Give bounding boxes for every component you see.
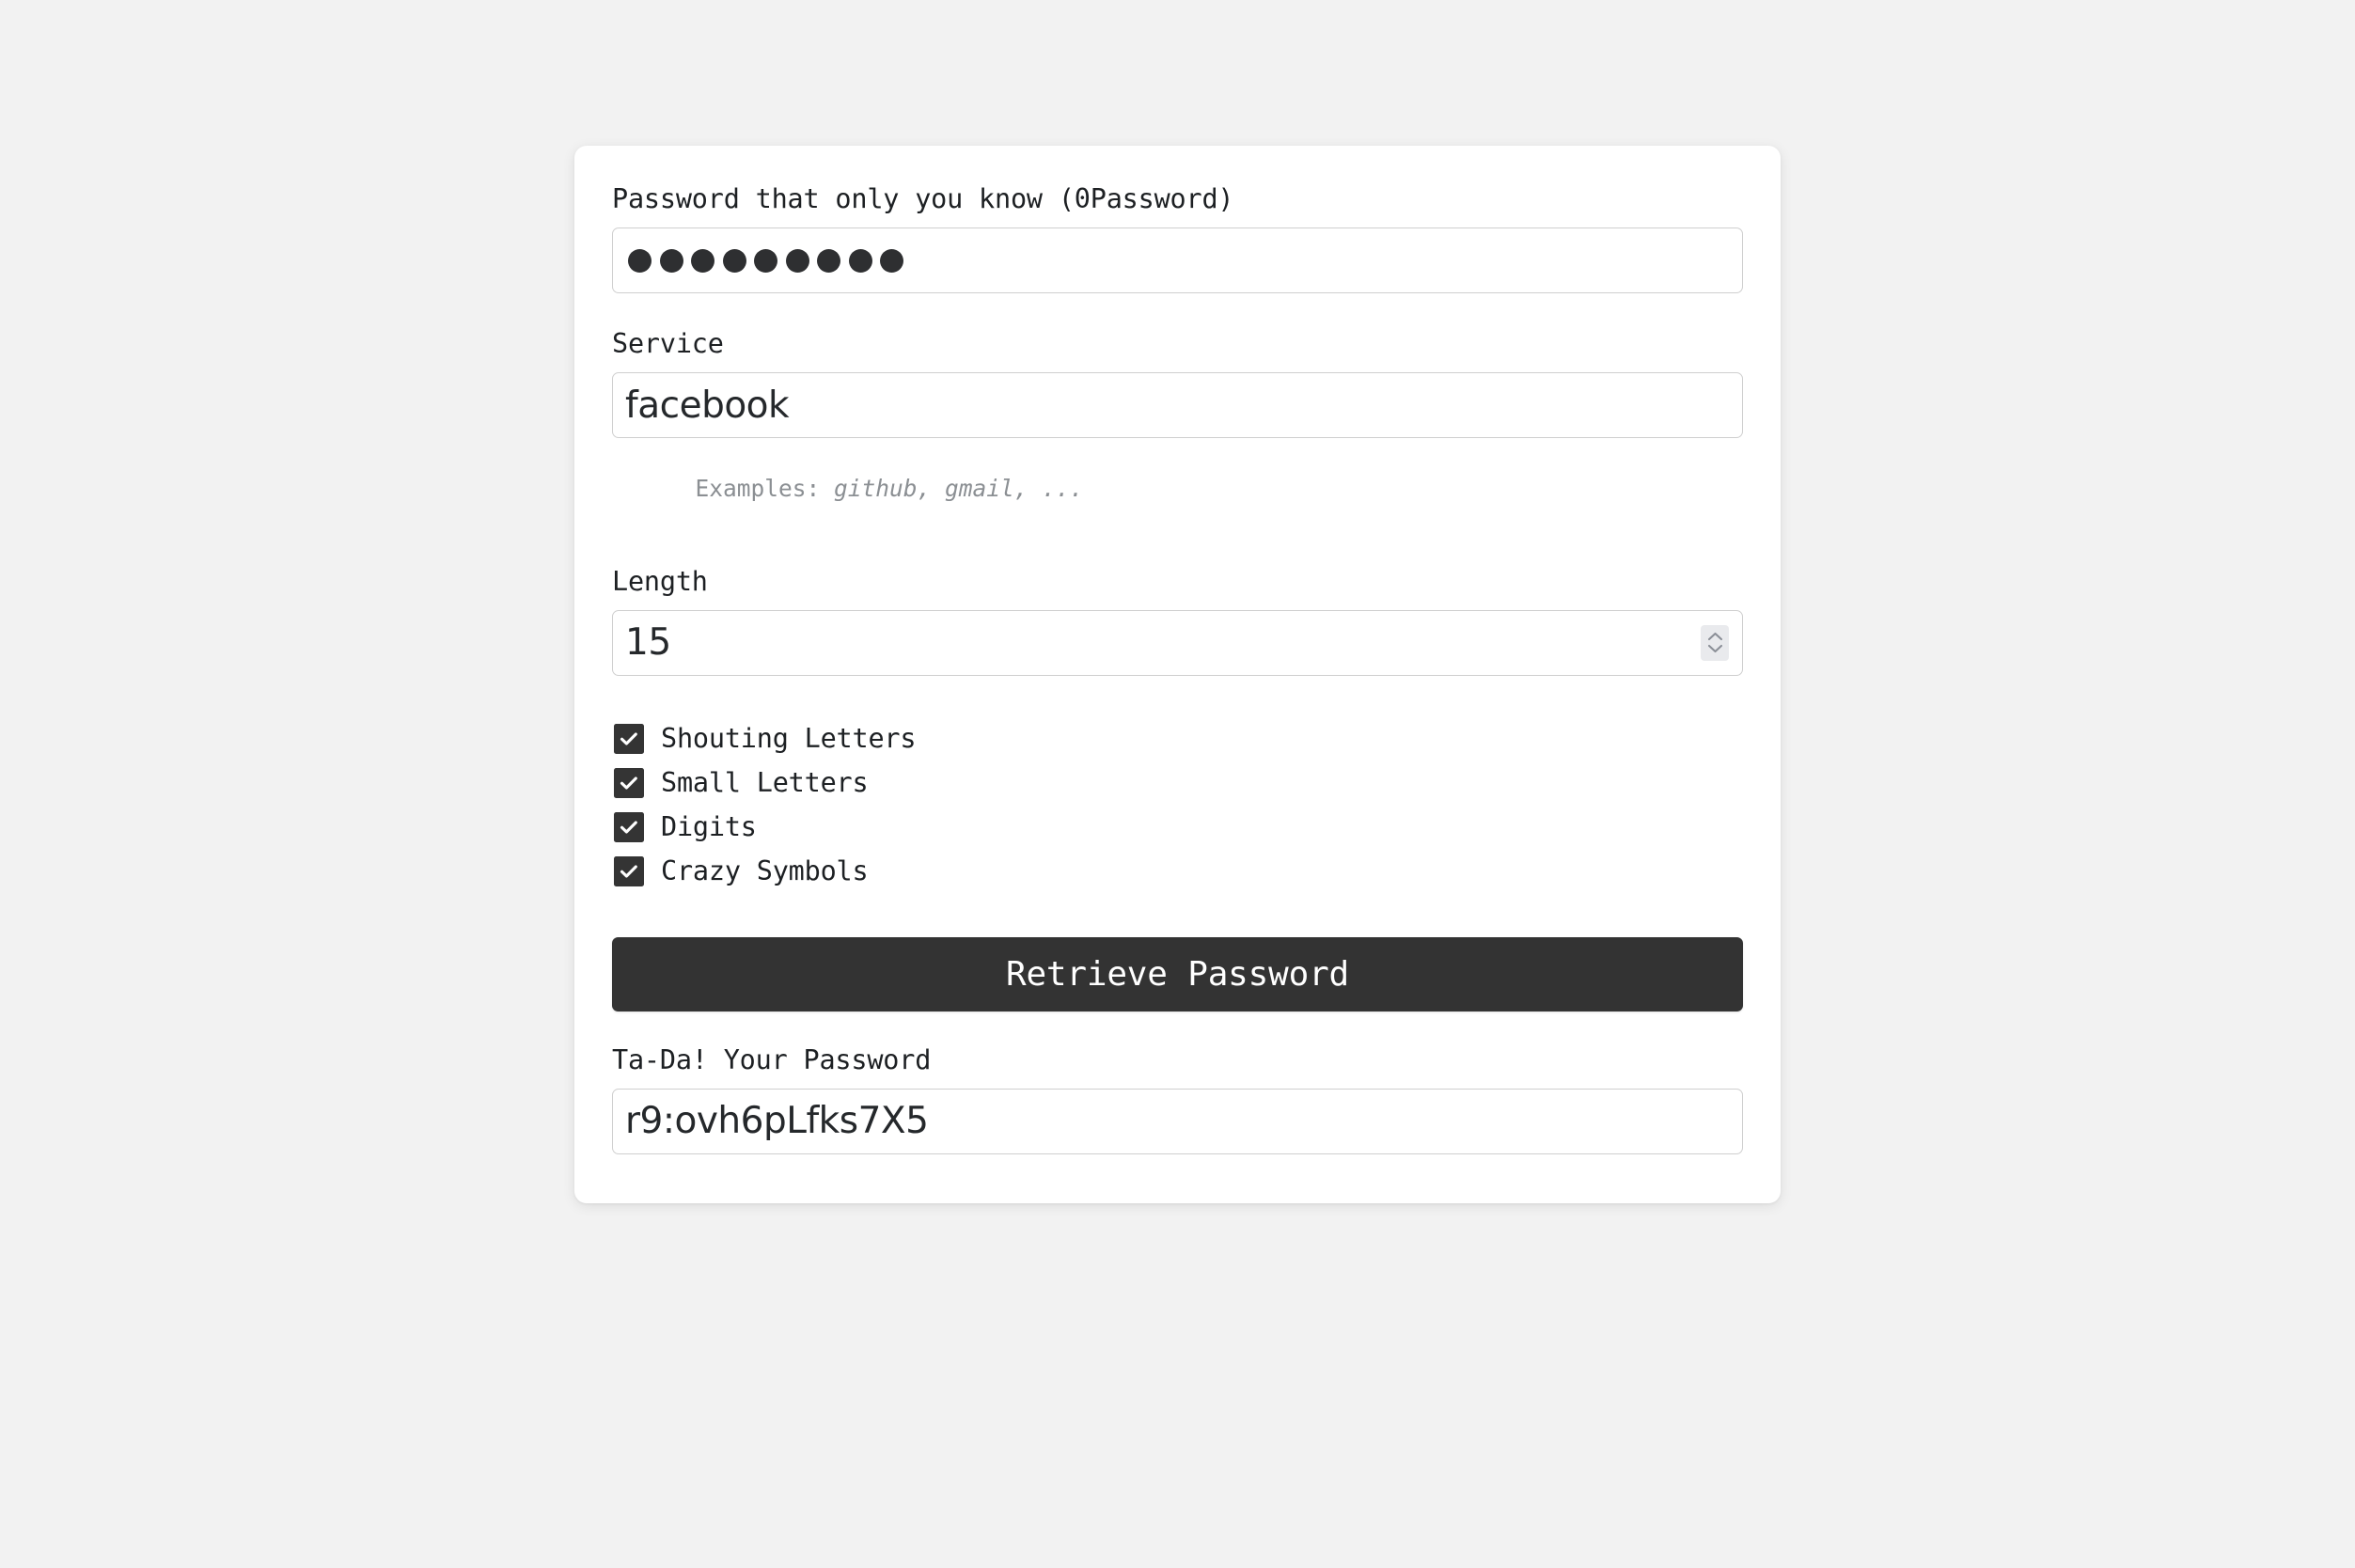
chevron-up-icon[interactable] bbox=[1707, 632, 1723, 641]
length-input[interactable]: 15 bbox=[612, 609, 1743, 676]
service-hint-prefix: Examples: bbox=[695, 474, 835, 502]
master-password-label: Password that only you know (0Password) bbox=[612, 183, 1234, 214]
option-small-letters[interactable]: Small Letters bbox=[614, 761, 1743, 806]
chevron-down-icon[interactable] bbox=[1707, 644, 1723, 653]
option-label: Small Letters bbox=[661, 766, 869, 798]
length-field: Length 15 bbox=[612, 566, 1743, 676]
option-label: Digits bbox=[661, 810, 757, 842]
masked-password-dots bbox=[625, 248, 903, 273]
service-label: Service bbox=[612, 328, 724, 360]
service-input[interactable]: facebook bbox=[612, 372, 1743, 439]
result-label: Ta-Da! Your Password bbox=[612, 1043, 932, 1075]
service-hint: Examples: github, gmail, ... bbox=[612, 447, 1743, 529]
checkbox-checked-icon[interactable] bbox=[614, 768, 644, 799]
option-label: Crazy Symbols bbox=[661, 855, 869, 886]
generated-password-value: r9:ovh6pLfks7X5 bbox=[625, 1100, 929, 1143]
service-field: Service facebook Examples: github, gmail… bbox=[612, 328, 1743, 529]
option-label: Shouting Letters bbox=[661, 722, 917, 754]
service-input-value: facebook bbox=[625, 384, 790, 427]
option-digits[interactable]: Digits bbox=[614, 806, 1743, 850]
checkbox-checked-icon[interactable] bbox=[614, 856, 644, 887]
length-label: Length bbox=[612, 565, 708, 597]
generated-password-output[interactable]: r9:ovh6pLfks7X5 bbox=[612, 1088, 1743, 1154]
character-options-group: Shouting Letters Small Letters Digits Cr… bbox=[612, 717, 1743, 894]
retrieve-password-button[interactable]: Retrieve Password bbox=[612, 936, 1743, 1011]
option-shouting-letters[interactable]: Shouting Letters bbox=[614, 717, 1743, 761]
service-hint-examples: github, gmail, ... bbox=[834, 474, 1084, 502]
length-input-value: 15 bbox=[625, 621, 671, 665]
checkbox-checked-icon[interactable] bbox=[614, 812, 644, 843]
password-generator-card: Password that only you know (0Password) … bbox=[574, 146, 1781, 1203]
checkbox-checked-icon[interactable] bbox=[614, 724, 644, 755]
option-crazy-symbols[interactable]: Crazy Symbols bbox=[614, 850, 1743, 894]
master-password-input[interactable] bbox=[612, 227, 1743, 294]
master-password-field: Password that only you know (0Password) bbox=[612, 183, 1743, 294]
length-stepper[interactable] bbox=[1701, 624, 1729, 661]
result-field: Ta-Da! Your Password r9:ovh6pLfks7X5 bbox=[612, 1044, 1743, 1154]
